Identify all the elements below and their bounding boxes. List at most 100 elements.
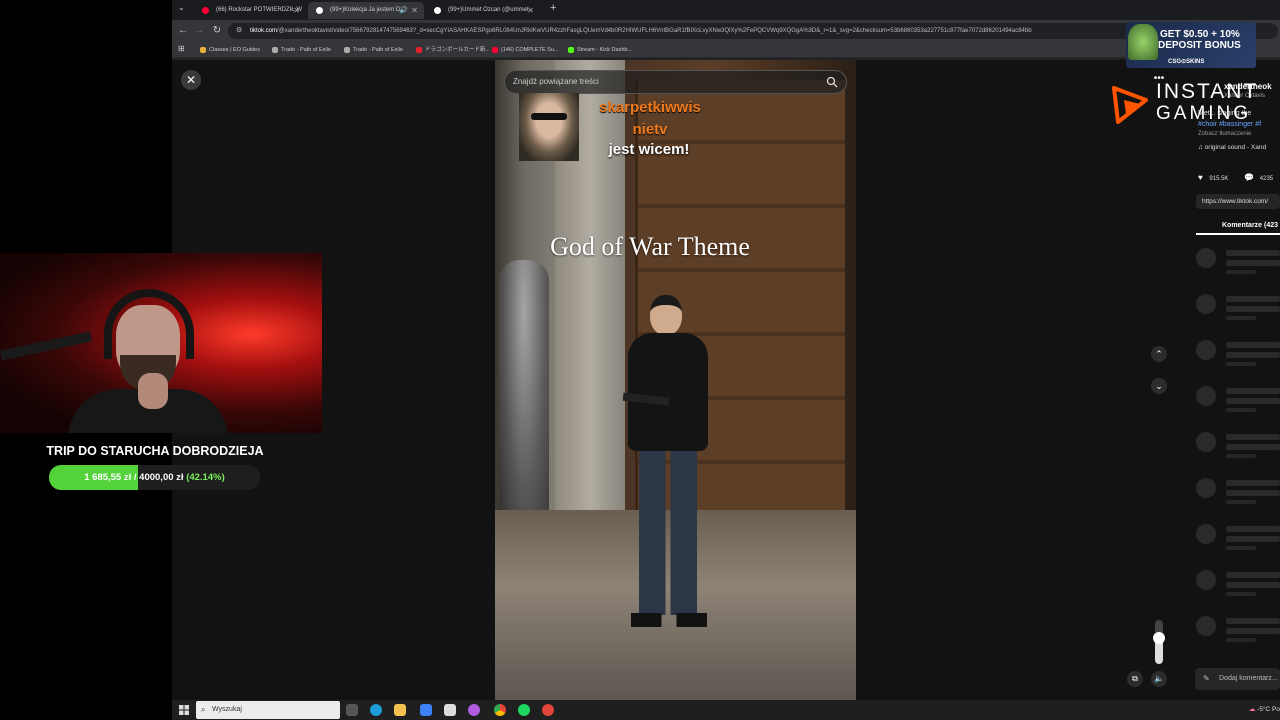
add-comment-placeholder: Dodaj komentarz... — [1219, 675, 1278, 682]
ad-subheadline: DEPOSIT BONUS — [1158, 40, 1241, 51]
address-row: ← → ↻ ⚙ tiktok.com/@xandertheoktavist/vi… — [172, 20, 1280, 42]
forward-icon[interactable]: → — [192, 24, 206, 38]
youtube-favicon-icon — [202, 7, 209, 14]
tab-close-icon[interactable]: ✕ — [411, 2, 418, 19]
address-bar[interactable]: ⚙ tiktok.com/@xandertheoktavist/video/75… — [228, 23, 1278, 39]
bookmark-favicon-icon — [272, 47, 278, 53]
search-icon[interactable] — [826, 76, 838, 88]
comment-skeleton — [1196, 478, 1280, 518]
comment-skeleton — [1196, 340, 1280, 380]
donation-goal-title: TRIP DO STARUCHA DOBRODZIEJA — [46, 444, 264, 458]
performer-torso — [628, 333, 708, 451]
performer-head — [650, 295, 682, 335]
volume-icon[interactable]: 🔈 — [1151, 671, 1167, 687]
alert-message: jest wicem! — [608, 141, 690, 158]
goal-target: 4000,00 zł — [139, 472, 184, 483]
comment-skeleton — [1196, 432, 1280, 472]
tab-audio-icon[interactable]: 🔊 — [399, 2, 408, 19]
previous-video-button[interactable]: ⌃ — [1151, 346, 1167, 362]
bookmark-favicon-icon — [568, 47, 574, 53]
tab-close-icon[interactable]: ✕ — [527, 2, 534, 19]
like-count: 915.5K — [1209, 176, 1229, 182]
browser-tab[interactable]: (66) Rockstar POTWIERDZIŁ W ✕ — [194, 2, 306, 19]
weather-icon: ☁ — [1248, 706, 1256, 713]
windows-start-icon[interactable] — [179, 705, 189, 715]
apps-grid-icon[interactable]: ⊞ — [178, 44, 185, 53]
picture-in-picture-icon[interactable]: ⧉ — [1127, 671, 1143, 687]
task-view-icon[interactable] — [346, 704, 358, 716]
bookmark-item[interactable]: Classes | EO Guides — [200, 44, 260, 56]
tab-comments[interactable]: Komentarze (423 — [1196, 216, 1280, 235]
app-icon[interactable] — [420, 704, 432, 716]
alert-username: skarpetkiwwis nietv — [599, 99, 701, 138]
bookmark-item[interactable]: Stream - Kick Dashb... — [568, 44, 632, 56]
bookmark-favicon-icon — [200, 47, 206, 53]
video-details-panel — [1180, 60, 1280, 700]
sound-link[interactable]: ♫ original sound - Xand — [1198, 144, 1266, 151]
app-icon[interactable] — [542, 704, 554, 716]
add-comment-input[interactable]: ✎ Dodaj komentarz... — [1195, 668, 1280, 690]
close-video-button[interactable]: ✕ — [181, 70, 201, 90]
video-stats: ♥ 915.5K 💬 4235 — [1198, 173, 1273, 182]
donation-goal-text: 1 685,55 zł / 4000,00 zł (42.14%) — [84, 472, 225, 483]
share-link-field[interactable]: https://www.tiktok.com/ — [1196, 194, 1280, 209]
new-tab-button[interactable]: + — [550, 2, 556, 14]
store-icon[interactable] — [444, 704, 456, 716]
related-search-input[interactable]: Znajdź powiązane treści — [504, 70, 847, 94]
bookmark-item[interactable]: (146) COMPLETE Su... — [492, 44, 558, 56]
bookmark-label: (146) COMPLETE Su... — [501, 47, 559, 53]
edge-icon[interactable] — [370, 704, 382, 716]
file-explorer-icon[interactable] — [394, 704, 406, 716]
performer-legs — [639, 445, 697, 615]
bookmark-item[interactable]: ドラゴンボールカード新... — [416, 44, 490, 56]
bookmarks-bar: ⊞ Classes | EO Guides Trade - Path of Ex… — [172, 42, 1280, 58]
url-path: /@xandertheoktavist/video/75667928147475… — [277, 28, 1032, 34]
bookmark-label: Stream - Kick Dashb... — [577, 47, 633, 53]
comment-skeleton — [1196, 616, 1280, 656]
taskbar-search-input[interactable]: ⌕ Wyszukaj — [196, 701, 340, 719]
instant-gaming-logo-icon — [1112, 86, 1148, 124]
avatar-glasses — [531, 113, 567, 120]
browser-tab[interactable]: (99+)Ummet Ozcan (@ummet ✕ — [426, 2, 540, 19]
ad-gaming-text: GAMING — [1156, 103, 1252, 124]
video-armor — [499, 260, 549, 520]
tab-title: (66) Rockstar POTWIERDZIŁ W — [216, 7, 303, 13]
ad-instant-text: INSTANT — [1156, 80, 1259, 103]
comment-skeleton — [1196, 570, 1280, 610]
bookmark-favicon-icon — [492, 47, 498, 53]
comment-skeleton — [1196, 294, 1280, 334]
search-icon: ⌕ — [201, 705, 206, 714]
url-host: tiktok.com — [250, 28, 278, 34]
tab-close-icon[interactable]: ✕ — [293, 2, 300, 19]
site-info-icon[interactable]: ⚙ — [236, 23, 242, 39]
heart-icon[interactable]: ♥ — [1198, 173, 1203, 182]
back-icon[interactable]: ← — [176, 24, 190, 38]
csgskins-ad[interactable]: GET $0.50 + 10% DEPOSIT BONUS CSG⊙SKINS — [1126, 22, 1256, 68]
ad-headline: GET $0.50 + 10% — [1160, 29, 1240, 40]
tab-title: (99+)Kolekcja Ja jestem Dz — [330, 7, 404, 13]
goal-current: 1 685,55 zł — [84, 472, 132, 483]
bookmark-label: Classes | EO Guides — [209, 47, 260, 53]
weather-widget[interactable]: ☁ -5°C Po — [1249, 700, 1280, 720]
spotify-icon[interactable] — [518, 704, 530, 716]
volume-slider[interactable] — [1153, 620, 1165, 664]
chrome-icon[interactable] — [494, 704, 506, 716]
bookmark-label: ドラゴンボールカード新... — [425, 47, 490, 53]
bookmark-label: Trade - Path of Exile — [353, 47, 403, 53]
app-icon[interactable] — [468, 704, 480, 716]
reload-icon[interactable]: ↻ — [210, 24, 224, 38]
volume-knob[interactable] — [1153, 631, 1165, 644]
comment-skeleton — [1196, 524, 1280, 564]
weather-text: -5°C Po — [1257, 706, 1280, 713]
tab-list-chevron-icon[interactable]: ⌄ — [178, 3, 185, 12]
video-performer — [613, 295, 723, 640]
comment-icon[interactable]: 💬 — [1244, 173, 1254, 182]
goal-percent: (42.14%) — [186, 472, 225, 483]
ad-brand: CSG⊙SKINS — [1168, 59, 1205, 65]
bookmark-item[interactable]: Trade - Path of Exile — [272, 44, 331, 56]
translate-link[interactable]: Zobacz tłumaczenie — [1198, 131, 1251, 137]
browser-tab-active[interactable]: (99+)Kolekcja Ja jestem Dz 🔊 ✕ — [308, 2, 424, 19]
bookmark-item[interactable]: Trade - Path of Exile — [344, 44, 403, 56]
comment-skeleton — [1196, 248, 1280, 288]
next-video-button[interactable]: ⌄ — [1151, 378, 1167, 394]
